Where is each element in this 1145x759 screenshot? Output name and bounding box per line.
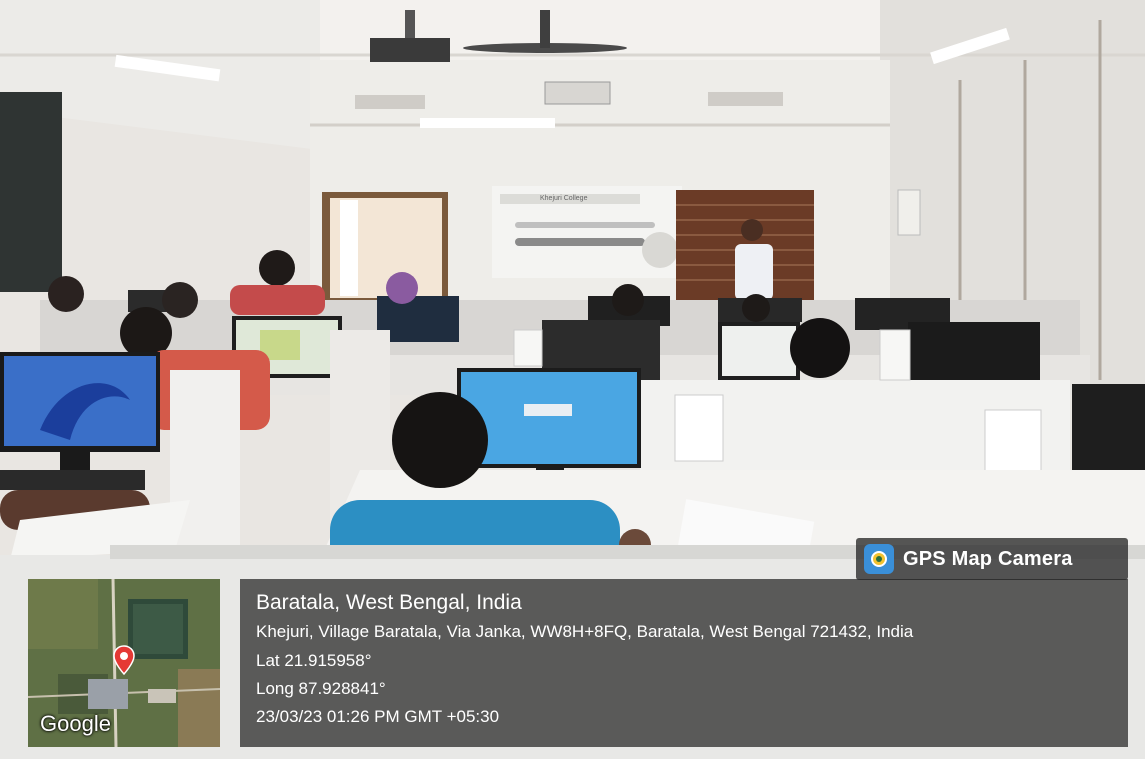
- google-logo: Google: [40, 711, 111, 736]
- location-info-panel: Baratala, West Bengal, India Khejuri, Vi…: [240, 579, 1128, 747]
- location-address: Khejuri, Village Baratala, Via Janka, WW…: [256, 622, 914, 641]
- location-title: Baratala, West Bengal, India: [256, 591, 522, 614]
- longitude: Long 87.928841°: [256, 679, 386, 698]
- location-overlay: Google Baratala, West Bengal, India Khej…: [28, 579, 1128, 747]
- photo-frame: Khejuri College GPS Map Camera Google Ba…: [0, 0, 1145, 759]
- datetime-stamp: 23/03/23 01:26 PM GMT +05:30: [256, 707, 500, 726]
- gps-map-camera-badge: GPS Map Camera: [856, 538, 1128, 580]
- map-pin-icon: [113, 645, 135, 675]
- map-thumbnail: Google: [28, 579, 220, 747]
- latitude: Lat 21.915958°: [256, 651, 372, 670]
- slide-title: Khejuri College: [540, 195, 588, 202]
- gps-map-camera-icon: [864, 544, 894, 574]
- badge-label: GPS Map Camera: [903, 547, 1073, 570]
